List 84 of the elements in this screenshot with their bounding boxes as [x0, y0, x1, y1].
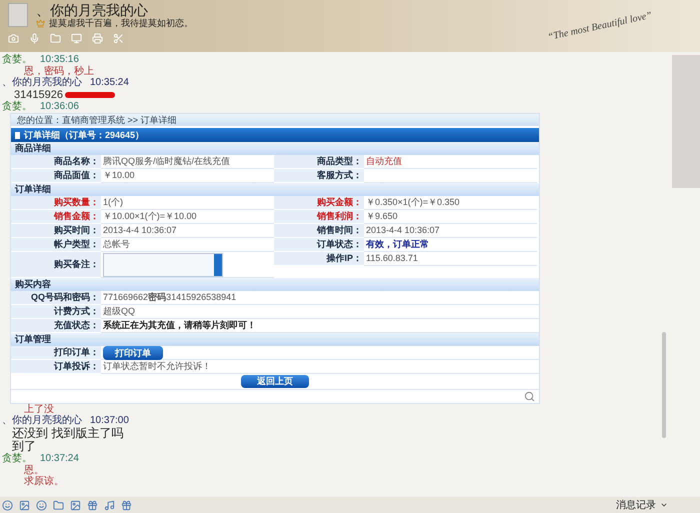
toolbar-icon[interactable] — [92, 33, 103, 44]
field-label: 客服方式： — [317, 170, 362, 181]
message-text: 恩。 — [24, 465, 44, 476]
field-label: 销售时间： — [317, 225, 362, 236]
toolbar-icon[interactable] — [113, 33, 124, 44]
skin-lettering: “The most Beautiful love” — [546, 8, 654, 44]
toolbar-icon[interactable] — [87, 500, 98, 510]
breadcrumb: 您的位置：直销商管理系统 >> 订单详细 — [17, 114, 177, 126]
zoom-icon[interactable] — [524, 391, 535, 402]
print-order-button[interactable]: 打印订单 — [103, 346, 163, 360]
field-value: 超级QQ — [103, 306, 136, 317]
field-label: 商品面值： — [54, 170, 99, 181]
caret-icon — [660, 501, 668, 509]
sender-name: 贪婪。 — [2, 54, 32, 66]
remark-textarea[interactable] — [103, 252, 223, 276]
field-value: 1(个) — [103, 197, 123, 208]
field-label: 销售利润： — [317, 211, 362, 222]
field-label: 充值状态： — [54, 320, 99, 331]
toolbar-icon[interactable] — [2, 500, 13, 510]
signature: 提莫虐我千百遍，我待提莫如初恋。 — [49, 18, 193, 28]
field-label: 帐户类型： — [54, 239, 99, 250]
document-icon — [15, 132, 20, 138]
field-label: 操作IP： — [326, 253, 362, 264]
scrollbar-drawing — [214, 254, 222, 276]
field-value: 115.60.83.71 — [366, 253, 418, 264]
field-label: 订单投诉： — [54, 361, 99, 372]
toolbar-icon[interactable] — [19, 500, 30, 510]
toolbar-icon[interactable] — [104, 500, 115, 510]
message-time: 10:35:24 — [90, 77, 129, 89]
scribble-mark — [64, 92, 115, 98]
field-label: 购买数量： — [54, 197, 99, 208]
field-value: 总帐号 — [103, 239, 130, 250]
message-time: 10:36:06 — [40, 101, 79, 113]
section-title: 购买内容 — [15, 279, 51, 290]
field-value: 771669662密码31415926538941 — [103, 292, 236, 303]
message-time: 10:37:00 — [90, 415, 129, 426]
toolbar-icon[interactable] — [29, 33, 40, 44]
crown-icon — [36, 18, 45, 28]
field-label: QQ号码和密码： — [30, 292, 99, 303]
field-label: 订单状态： — [317, 239, 362, 250]
field-value: ￥10.00×1(个)=￥10.00 — [103, 211, 197, 222]
field-value: 2013-4-4 10:36:07 — [103, 225, 177, 236]
field-value: 自动充值 — [366, 156, 402, 167]
field-label: 计费方式： — [54, 306, 99, 317]
message-text: 上了没 — [24, 404, 54, 415]
field-label: 打印订单： — [54, 347, 99, 358]
field-value: 2013-4-4 10:36:07 — [366, 225, 440, 236]
history-button[interactable]: 消息记录 — [616, 498, 668, 512]
field-value: ￥10.00 — [103, 170, 135, 181]
field-label: 商品名称： — [54, 156, 99, 167]
sender-name: 贪婪。 — [2, 101, 32, 113]
back-button[interactable]: 返回上页 — [241, 375, 309, 388]
toolbar-icon[interactable] — [36, 500, 47, 510]
message-text: 恩，密码，秒上 — [24, 66, 94, 77]
panel-title: 订单详细（订单号：294645） — [24, 130, 144, 140]
sender-name: 贪婪。 — [2, 453, 32, 465]
message-text: 还没到 找到版主了吗 — [12, 427, 124, 440]
field-label: 商品类型： — [317, 156, 362, 167]
sender-name: 、你的月亮我的心 — [2, 77, 82, 89]
field-value: 系统正在为其充值，请稍等片刻即可！ — [103, 320, 256, 331]
sender-name: 、你的月亮我的心 — [2, 415, 82, 427]
message-time: 10:37:24 — [40, 453, 79, 465]
toolbar-icon[interactable] — [53, 500, 64, 510]
toolbar-icon[interactable] — [71, 33, 82, 44]
toolbar-icon[interactable] — [70, 500, 81, 510]
message-text: 求原谅。 — [24, 476, 64, 487]
field-label: 购买时间： — [54, 225, 99, 236]
scrollbar-thumb[interactable] — [662, 332, 666, 438]
field-value: 腾讯QQ服务/临时魔钻/在线充值 — [103, 156, 230, 167]
section-title: 订单详细 — [15, 184, 51, 195]
toolbar-icon[interactable] — [121, 500, 132, 510]
field-value: ￥9.650 — [366, 211, 398, 222]
field-label: 购买备注： — [54, 259, 99, 270]
field-value: 订单状态暂时不允许投诉！ — [103, 361, 211, 372]
section-title: 商品详细 — [15, 143, 51, 154]
field-label: 销售金额： — [54, 211, 99, 222]
section-title: 订单管理 — [15, 334, 51, 345]
status-value: 有效，订单正常 — [366, 239, 429, 250]
message-text: 31415926 — [14, 89, 63, 101]
message-time: 10:35:16 — [40, 54, 79, 66]
contact-name: 、你的月亮我的心 — [36, 3, 149, 18]
field-value: ￥0.350×1(个)=￥0.350 — [366, 197, 460, 208]
message-text: 到了 — [12, 440, 36, 453]
field-label: 购买金额： — [317, 197, 362, 208]
